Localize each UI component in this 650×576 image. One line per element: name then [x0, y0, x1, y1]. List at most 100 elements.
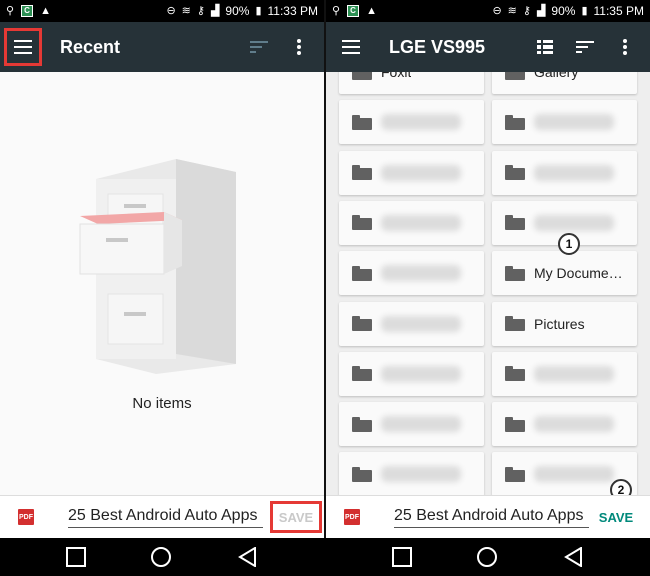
folder-item[interactable] — [339, 100, 484, 145]
app-notification-icon: C — [21, 5, 34, 17]
key-icon: ⚷ — [522, 4, 531, 17]
folder-item[interactable] — [339, 452, 484, 495]
clock: 11:33 PM — [267, 4, 318, 18]
pdf-file-icon: PDF — [18, 509, 34, 525]
save-button[interactable]: SAVE — [596, 501, 636, 533]
signal-icon: ▟ — [210, 4, 220, 17]
blurred-folder-name — [381, 466, 461, 483]
hamburger-menu-button[interactable] — [4, 28, 42, 66]
more-vert-icon — [297, 39, 301, 55]
hamburger-icon — [14, 40, 32, 54]
folder-icon — [352, 265, 372, 281]
blurred-folder-name — [381, 416, 461, 433]
navigation-bar — [0, 538, 650, 576]
home-circle-icon[interactable] — [151, 547, 171, 567]
page-title: LGE VS995 — [389, 36, 486, 57]
blurred-folder-name — [534, 114, 614, 131]
battery-icon: ▮ — [581, 4, 588, 17]
status-bar: ⚲ C ▲ ⊖ ≋ ⚷ ▟ 90% ▮ 11:33 PM — [0, 0, 324, 22]
dnd-icon: ⊖ — [492, 4, 502, 17]
folder-item[interactable] — [492, 100, 637, 145]
folder-item[interactable]: Gallery — [492, 72, 637, 94]
folder-name: Pictures — [534, 315, 585, 332]
folder-item[interactable] — [492, 351, 637, 396]
folder-name: My Docume… — [534, 265, 623, 282]
page-title: Recent — [60, 36, 121, 57]
folder-item[interactable] — [339, 200, 484, 245]
folder-icon — [505, 265, 525, 281]
folder-item[interactable] — [492, 402, 637, 447]
more-vert-icon — [623, 39, 627, 55]
folder-icon — [505, 215, 525, 231]
blurred-folder-name — [381, 114, 461, 131]
left-screen: ⚲ C ▲ ⊖ ≋ ⚷ ▟ 90% ▮ 11:33 PM Recent No i… — [0, 0, 324, 538]
folder-item[interactable]: Foxit — [339, 72, 484, 94]
folder-grid: Foxit Gallery My Docume… Pictures — [326, 72, 650, 495]
folder-icon — [352, 215, 372, 231]
empty-message: No items — [132, 395, 192, 412]
list-view-button[interactable] — [530, 32, 560, 62]
folder-icon — [505, 416, 525, 432]
status-bar: ⚲ C ▲ ⊖ ≋ ⚷ ▟ 90% ▮ 11:35 PM — [326, 0, 650, 22]
folder-icon — [352, 416, 372, 432]
blurred-folder-name — [534, 416, 614, 433]
folder-item[interactable] — [339, 402, 484, 447]
folder-icon — [352, 114, 372, 130]
folder-icon — [352, 72, 372, 80]
overflow-menu-button[interactable] — [610, 32, 640, 62]
folder-icon — [505, 466, 525, 482]
wifi-icon: ≋ — [181, 4, 191, 17]
folder-name: Foxit — [381, 72, 412, 80]
folder-item[interactable]: Pictures — [492, 301, 637, 346]
view-list-icon — [537, 40, 553, 54]
blurred-folder-name — [534, 466, 614, 483]
blurred-folder-name — [381, 214, 461, 231]
app-bar: LGE VS995 — [326, 22, 650, 72]
recents-square-icon[interactable] — [392, 547, 412, 567]
app-bar: Recent — [0, 22, 324, 72]
android-icon: ▲ — [366, 4, 377, 17]
blurred-folder-name — [534, 164, 614, 181]
folder-item[interactable] — [339, 150, 484, 195]
hamburger-icon — [342, 40, 360, 54]
app-notification-icon: C — [347, 5, 360, 17]
back-triangle-icon[interactable] — [564, 547, 584, 567]
battery-icon: ▮ — [255, 4, 262, 17]
usb-icon: ⚲ — [6, 4, 15, 17]
back-triangle-icon[interactable] — [238, 547, 258, 567]
folder-item[interactable]: My Docume… — [492, 251, 637, 296]
blurred-folder-name — [381, 164, 461, 181]
sort-button[interactable] — [244, 32, 274, 62]
folder-item[interactable] — [492, 150, 637, 195]
sort-button[interactable] — [570, 32, 600, 62]
folder-icon — [505, 316, 525, 331]
save-button[interactable]: SAVE — [270, 501, 322, 533]
folder-icon — [505, 72, 525, 80]
folder-icon — [505, 114, 525, 130]
folder-icon — [352, 466, 372, 482]
sort-icon — [576, 41, 594, 53]
folder-item[interactable] — [339, 351, 484, 396]
sort-icon — [250, 41, 268, 53]
home-circle-icon[interactable] — [477, 547, 497, 567]
battery-percent: 90% — [551, 4, 576, 18]
blurred-folder-name — [381, 265, 461, 282]
blurred-folder-name — [534, 214, 614, 231]
empty-state: No items — [0, 72, 324, 495]
hamburger-menu-button[interactable] — [331, 27, 371, 67]
folder-name: Gallery — [534, 72, 579, 80]
usb-icon: ⚲ — [332, 4, 341, 17]
folder-icon — [505, 366, 525, 382]
callout-1: 1 — [558, 233, 580, 255]
folder-item[interactable] — [339, 251, 484, 296]
filename-field[interactable]: 25 Best Android Auto Apps — [68, 507, 263, 528]
clock: 11:35 PM — [593, 4, 644, 18]
recents-square-icon[interactable] — [66, 547, 86, 567]
folder-icon — [352, 165, 372, 181]
folder-icon — [352, 366, 372, 382]
folder-item[interactable] — [339, 301, 484, 346]
overflow-menu-button[interactable] — [284, 32, 314, 62]
filename-field[interactable]: 25 Best Android Auto Apps — [394, 507, 589, 528]
save-bar: PDF 25 Best Android Auto Apps SAVE — [0, 495, 324, 538]
dnd-icon: ⊖ — [166, 4, 176, 17]
